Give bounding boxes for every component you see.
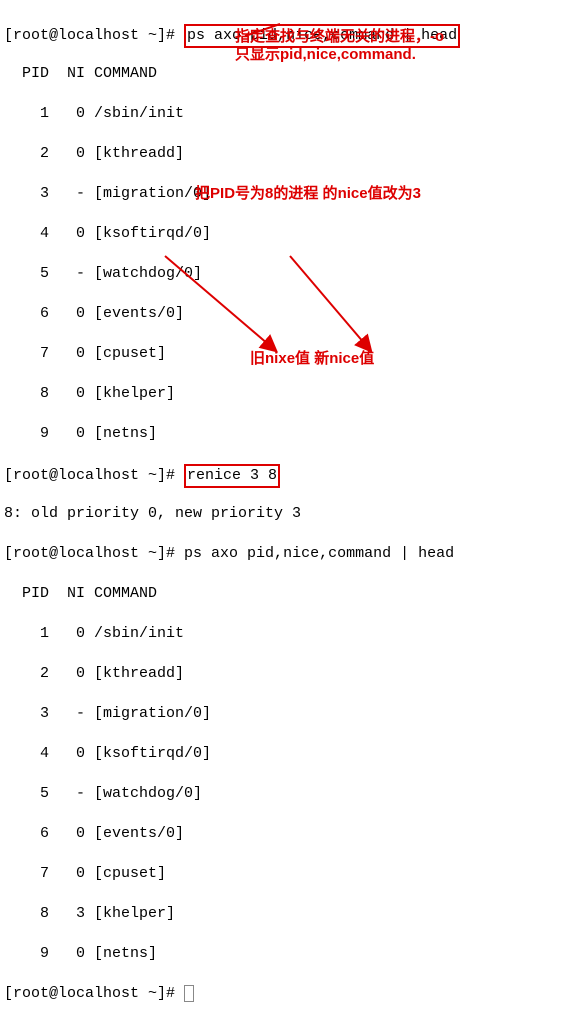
ps-row: 2 0 [kthreadd] (4, 144, 569, 164)
terminal: [root@localhost ~]# ps axo pid,nice,comm… (4, 4, 569, 1024)
ps-row: 1 0 /sbin/init (4, 624, 569, 644)
prompt: [root@localhost ~]# (4, 467, 175, 484)
ps-row: 9 0 [netns] (4, 944, 569, 964)
prompt: [root@localhost ~]# (4, 985, 175, 1002)
ps-row: 9 0 [netns] (4, 424, 569, 444)
ps-row: 5 - [watchdog/0] (4, 264, 569, 284)
prompt: [root@localhost ~]# (4, 545, 175, 562)
prompt: [root@localhost ~]# (4, 27, 175, 44)
ps-row: 8 3 [khelper] (4, 904, 569, 924)
ps-row: 4 0 [ksoftirqd/0] (4, 224, 569, 244)
command-ps-2[interactable]: ps axo pid,nice,command | head (184, 545, 454, 562)
ps-header: PID NI COMMAND (4, 584, 569, 604)
ps-row: 8 0 [khelper] (4, 384, 569, 404)
ps-row: 2 0 [kthreadd] (4, 664, 569, 684)
ps-row: 6 0 [events/0] (4, 824, 569, 844)
command-renice[interactable]: renice 3 8 (184, 464, 280, 488)
ps-row: 3 - [migration/0] (4, 704, 569, 724)
cursor-icon (184, 985, 194, 1002)
renice-output: 8: old priority 0, new priority 3 (4, 504, 569, 524)
ps-row: 6 0 [events/0] (4, 304, 569, 324)
ps-row: 1 0 /sbin/init (4, 104, 569, 124)
annotation-note-2: 把PID号为8的进程 的nice值改为3 (195, 185, 565, 203)
ps-row: 7 0 [cpuset] (4, 864, 569, 884)
annotation-note-3: 旧nixe值 新nice值 (250, 350, 550, 368)
ps-row: 5 - [watchdog/0] (4, 784, 569, 804)
ps-row: 4 0 [ksoftirqd/0] (4, 744, 569, 764)
annotation-note-1: 指定查找与终端无关的进程，-o 只显示pid,nice,command. (235, 28, 565, 64)
ps-header: PID NI COMMAND (4, 64, 569, 84)
